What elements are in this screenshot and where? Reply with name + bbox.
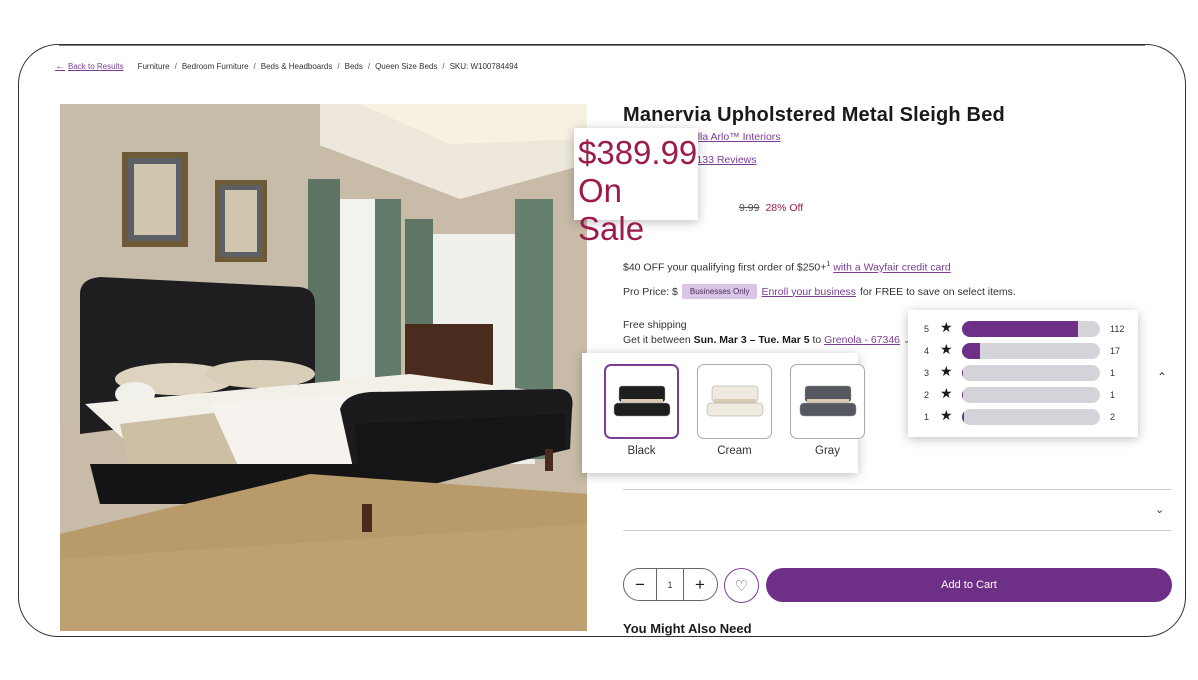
histogram-bar-track: [962, 343, 1100, 359]
histogram-bar-track: [962, 365, 1100, 381]
quantity-stepper: − 1 +: [623, 568, 718, 601]
back-to-results-link[interactable]: ← Back to Results: [55, 61, 124, 72]
breadcrumb-separator: /: [442, 62, 445, 71]
delivery-to: to: [809, 334, 825, 346]
frame-top-border: [59, 45, 1145, 46]
histogram-bar-fill: [962, 409, 965, 425]
add-to-cart-button[interactable]: Add to Cart: [766, 568, 1172, 602]
review-count: 1: [1110, 390, 1116, 400]
star-level-label: 5: [924, 324, 930, 334]
original-price: 9.99: [739, 202, 760, 214]
reviews-link[interactable]: 133 Reviews: [696, 154, 756, 166]
star-icon: ★: [940, 341, 953, 357]
breadcrumb-item[interactable]: Beds & Headboards: [261, 62, 333, 71]
color-swatch-callout: Black Cream Gray: [582, 353, 865, 473]
color-swatch-label: Gray: [815, 445, 840, 457]
histogram-bar-fill: [962, 365, 964, 381]
review-count: 17: [1110, 346, 1121, 356]
quantity-input[interactable]: 1: [656, 569, 684, 600]
shipping-info: Free shipping Get it between Sun. Mar 3 …: [623, 318, 911, 348]
increase-quantity-button[interactable]: +: [684, 569, 716, 600]
pro-price: Pro Price: $ Businesses Only Enroll your…: [623, 284, 1016, 299]
credit-card-offer: $40 OFF your qualifying first order of $…: [623, 261, 951, 274]
histogram-bar-track: [962, 409, 1100, 425]
color-swatch-label: Cream: [717, 445, 752, 457]
enroll-business-link[interactable]: Enroll your business: [761, 286, 856, 298]
decrease-quantity-button[interactable]: −: [624, 569, 656, 600]
histogram-bar-fill: [962, 387, 964, 403]
star-icon: ★: [940, 407, 953, 423]
histogram-bar-fill: [962, 321, 1078, 337]
offer-text: $40 OFF your qualifying first order of $…: [623, 261, 827, 274]
sku-label: SKU: W100784494: [449, 62, 519, 71]
star-icon: ★: [940, 363, 953, 379]
histogram-row-4-star[interactable]: 4 ★ 17: [908, 341, 1138, 361]
histogram-row-2-star[interactable]: 2 ★ 1: [908, 385, 1138, 405]
rating-histogram-callout: 5 ★ 112 4 ★ 17 3 ★ 1 2 ★ 1 1 ★ 2: [908, 310, 1138, 437]
histogram-bar-track: [962, 387, 1100, 403]
breadcrumb-separator: /: [337, 62, 340, 71]
pro-price-suffix: for FREE to save on select items.: [860, 285, 1016, 298]
bedroom-photo: [60, 104, 587, 631]
sale-price: $389.99: [578, 134, 698, 171]
histogram-row-3-star[interactable]: 3 ★ 1: [908, 363, 1138, 383]
bed-thumbnail-icon: [799, 385, 856, 416]
color-swatch-gray[interactable]: [790, 364, 865, 439]
review-count: 1: [1110, 368, 1116, 378]
sale-price-callout: $389.99 On Sale: [574, 128, 698, 247]
credit-card-link[interactable]: with a Wayfair credit card: [833, 262, 950, 274]
businesses-only-badge: Businesses Only: [681, 284, 758, 299]
heart-icon: ♡: [734, 577, 749, 595]
review-count: 2: [1110, 412, 1116, 422]
breadcrumb-item[interactable]: Beds: [345, 62, 363, 71]
sale-label: On Sale: [578, 172, 645, 247]
you-might-also-need-heading: You Might Also Need: [623, 621, 752, 636]
breadcrumb-item[interactable]: Furniture: [138, 62, 170, 71]
favorite-button[interactable]: ♡: [724, 568, 759, 603]
offer-footnote: 1: [826, 261, 831, 268]
chevron-down-icon[interactable]: ⌄: [1155, 503, 1164, 516]
star-level-label: 2: [924, 390, 930, 400]
breadcrumb: ← Back to Results Furniture / Bedroom Fu…: [55, 61, 518, 72]
divider: [623, 489, 1171, 490]
brand-link[interactable]: Willa Arlo™ Interiors: [685, 131, 780, 143]
product-title: Manervia Upholstered Metal Sleigh Bed: [623, 104, 1005, 126]
color-swatch-label: Black: [627, 445, 656, 457]
color-swatch-cream[interactable]: [697, 364, 772, 439]
price-line: 9.99 28% Off: [739, 202, 803, 214]
star-icon: ★: [940, 385, 953, 401]
delivery-dates: Sun. Mar 3 – Tue. Mar 5: [693, 334, 810, 346]
breadcrumb-separator: /: [174, 62, 177, 71]
breadcrumb-separator: /: [253, 62, 256, 71]
divider: [623, 530, 1171, 531]
histogram-row-1-star[interactable]: 1 ★ 2: [908, 407, 1138, 427]
star-level-label: 4: [924, 346, 930, 356]
breadcrumb-separator: /: [367, 62, 371, 71]
histogram-row-5-star[interactable]: 5 ★ 112: [908, 319, 1138, 339]
free-shipping-label: Free shipping: [623, 319, 687, 331]
histogram-bar-fill: [962, 343, 980, 359]
color-swatch-black[interactable]: [604, 364, 679, 439]
back-to-results-label: Back to Results: [68, 62, 124, 71]
star-icon: ★: [940, 319, 953, 335]
chevron-up-icon[interactable]: ⌃: [1157, 370, 1167, 384]
back-arrow-icon: ←: [55, 61, 65, 72]
pro-price-label: Pro Price: $: [623, 285, 678, 298]
product-image[interactable]: ›: [60, 104, 587, 631]
histogram-bar-track: [962, 321, 1100, 337]
star-level-label: 1: [924, 412, 930, 422]
delivery-location-link[interactable]: Grenola - 67346: [824, 334, 900, 346]
bed-thumbnail-icon: [706, 385, 763, 416]
review-count: 112: [1110, 324, 1125, 334]
delivery-prefix: Get it between: [623, 334, 694, 346]
discount-label: 28% Off: [765, 202, 804, 214]
bed-thumbnail-icon: [613, 385, 670, 416]
breadcrumb-item[interactable]: Bedroom Furniture: [182, 62, 249, 71]
star-level-label: 3: [924, 368, 930, 378]
breadcrumb-item[interactable]: Queen Size Beds: [375, 62, 437, 71]
